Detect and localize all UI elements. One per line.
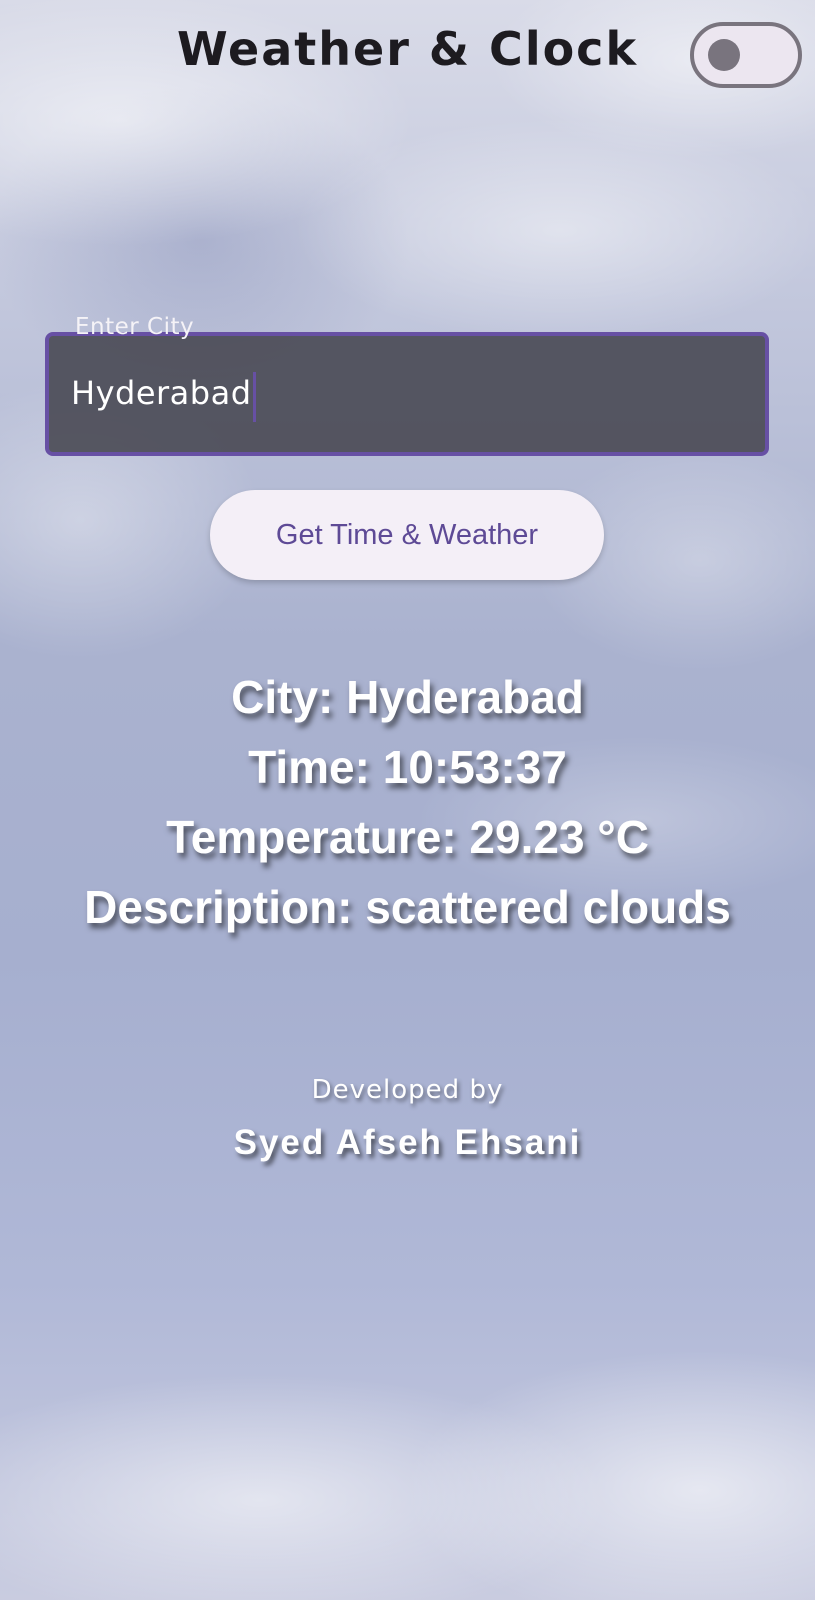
- city-field-label: Enter City: [75, 314, 195, 340]
- credit-caption: Developed by: [311, 1075, 504, 1105]
- result-description: Description: scattered clouds: [84, 881, 731, 933]
- credits: Developed by Syed Afseh Ehsani: [0, 1075, 815, 1163]
- app-screen: Weather & Clock Enter City Get Time & We…: [0, 0, 815, 1600]
- toggle-thumb: [708, 39, 740, 71]
- result-city: City: Hyderabad: [231, 671, 584, 723]
- weather-results: City: Hyderabad Time: 10:53:37 Temperatu…: [0, 662, 815, 942]
- city-input[interactable]: [71, 368, 731, 418]
- result-temperature: Temperature: 29.23 °C: [166, 811, 649, 863]
- text-caret: [253, 372, 256, 422]
- get-time-weather-button[interactable]: Get Time & Weather: [210, 490, 604, 580]
- city-field[interactable]: Enter City: [45, 314, 769, 456]
- developer-name: Syed Afseh Ehsani: [233, 1123, 582, 1162]
- theme-toggle[interactable]: [690, 22, 802, 88]
- result-time: Time: 10:53:37: [248, 741, 567, 793]
